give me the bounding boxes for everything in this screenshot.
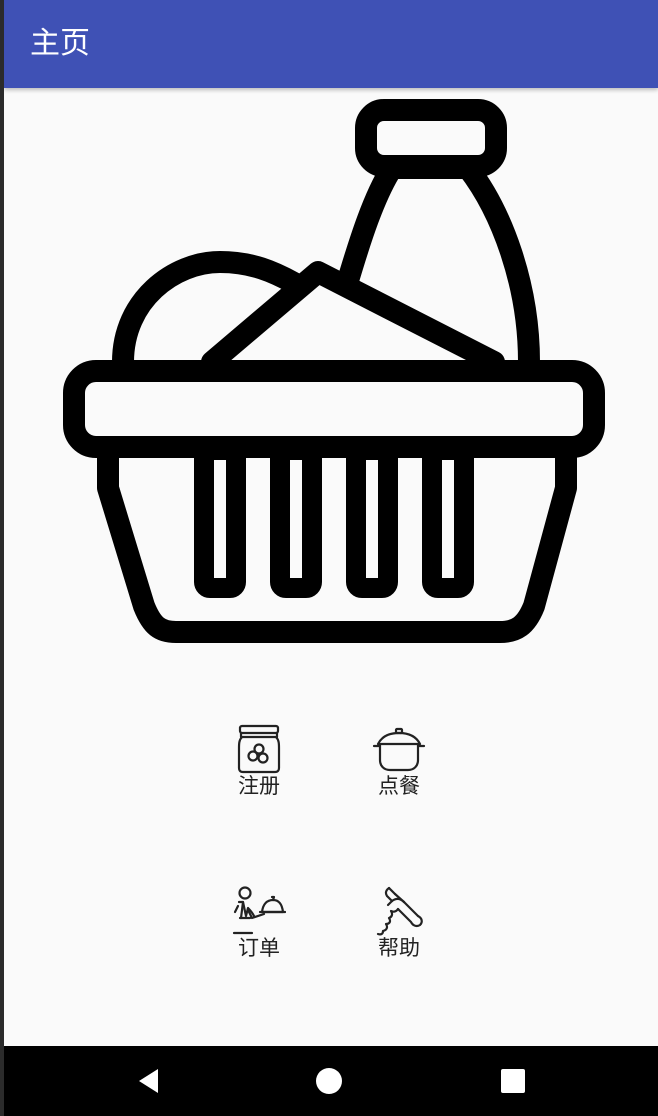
menu-item-register[interactable]: 注册 xyxy=(209,722,309,812)
app-screen: 主页 注册 点餐 订单 帮助 xyxy=(4,0,658,1116)
waiter-icon xyxy=(232,886,286,935)
menu-label-order-food: 点餐 xyxy=(378,774,420,798)
shopping-basket-icon xyxy=(63,99,605,643)
menu-item-order-food[interactable]: 点餐 xyxy=(349,722,449,812)
menu-item-orders[interactable]: 订单 xyxy=(209,884,309,974)
page-title: 主页 xyxy=(30,26,90,61)
menu-label-register: 注册 xyxy=(238,774,280,798)
app-bar: 主页 xyxy=(4,0,658,88)
cooking-pot-icon xyxy=(372,727,426,772)
menu-label-help: 帮助 xyxy=(378,936,420,960)
jar-icon xyxy=(237,724,281,774)
back-button[interactable] xyxy=(128,1060,170,1102)
recents-button[interactable] xyxy=(492,1060,534,1102)
home-button[interactable] xyxy=(308,1060,350,1102)
corkscrew-icon xyxy=(376,886,423,936)
system-nav-bar xyxy=(4,1046,658,1116)
menu-item-help[interactable]: 帮助 xyxy=(349,884,449,974)
recents-icon xyxy=(501,1069,525,1093)
home-icon xyxy=(316,1068,342,1094)
menu-label-orders: 订单 xyxy=(238,936,280,960)
back-icon xyxy=(139,1069,158,1093)
